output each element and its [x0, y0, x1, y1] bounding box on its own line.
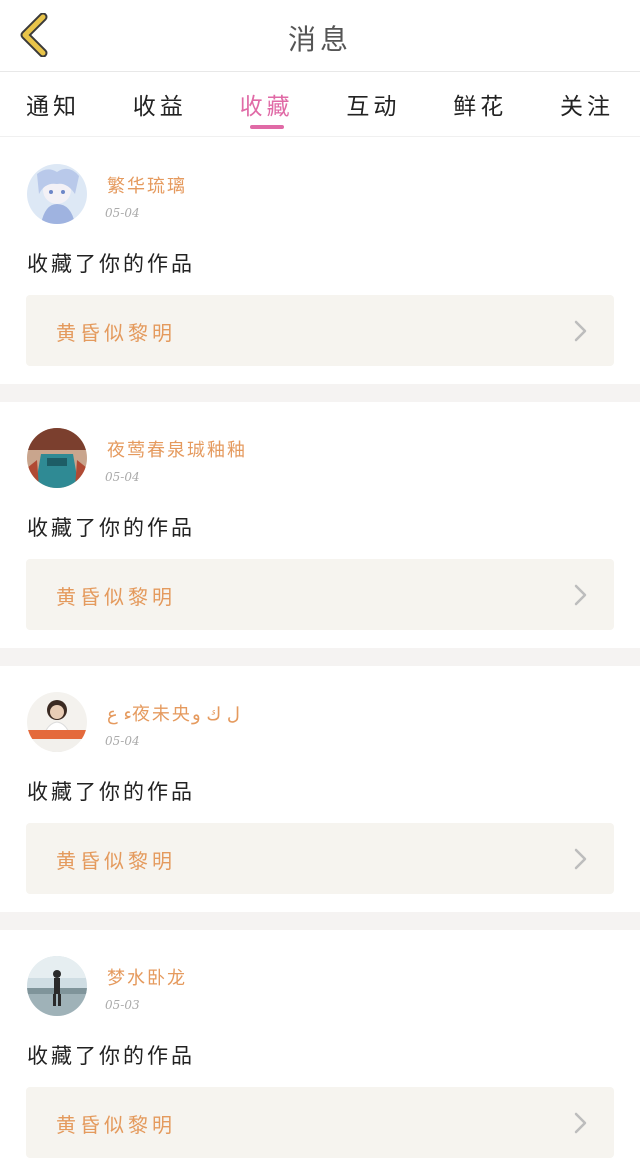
message-text: 收藏了你的作品	[27, 1044, 195, 1068]
message-text: 收藏了你的作品	[27, 780, 195, 804]
user-name[interactable]: 梦水卧龙	[107, 964, 187, 990]
tab-earnings[interactable]: 收益	[133, 73, 187, 136]
tab-label: 通知	[26, 94, 80, 120]
work-title: 黄昏似黎明	[56, 849, 176, 873]
work-link[interactable]: 黄昏似黎明	[26, 295, 614, 366]
tab-favorites[interactable]: 收藏	[240, 73, 294, 136]
divider	[0, 384, 640, 402]
chevron-right-icon	[574, 1112, 587, 1134]
work-title: 黄昏似黎明	[56, 585, 176, 609]
avatar[interactable]	[27, 164, 87, 224]
message-text: 收藏了你的作品	[27, 516, 195, 540]
tab-notifications[interactable]: 通知	[26, 73, 80, 136]
tab-interactions[interactable]: 互动	[346, 73, 400, 136]
tab-label: 互动	[346, 94, 401, 120]
user-name[interactable]: 繁华琉璃	[107, 172, 187, 198]
work-title: 黄昏似黎明	[56, 321, 176, 345]
tab-label: 收藏	[239, 94, 294, 120]
timestamp: 05-03	[105, 998, 140, 1012]
timestamp: 05-04	[105, 206, 140, 220]
avatar[interactable]	[27, 692, 87, 752]
timestamp: 05-04	[105, 470, 140, 484]
list-item: ﺀ ﻉ夜未央ﻝ ﻙ ﻭ 05-04 收藏了你的作品 黄昏似黎明	[0, 666, 640, 912]
tab-following[interactable]: 关注	[560, 73, 614, 136]
avatar[interactable]	[27, 428, 87, 488]
list-item: 梦水卧龙 05-03 收藏了你的作品 黄昏似黎明	[0, 930, 640, 1159]
tab-label: 关注	[559, 94, 614, 120]
user-name[interactable]: 夜莺春泉珹釉釉	[107, 436, 247, 462]
timestamp: 05-04	[105, 734, 140, 748]
list-item: 夜莺春泉珹釉釉 05-04 收藏了你的作品 黄昏似黎明	[0, 402, 640, 648]
user-name[interactable]: ﺀ ﻉ夜未央ﻝ ﻙ ﻭ	[107, 700, 240, 726]
work-link[interactable]: 黄昏似黎明	[26, 823, 614, 894]
chevron-right-icon	[574, 848, 587, 870]
divider	[0, 912, 640, 930]
top-bar: 消息	[0, 0, 640, 72]
list-item: 繁华琉璃 05-04 收藏了你的作品 黄昏似黎明	[0, 138, 640, 384]
tab-bar: 通知 收益 收藏 互动 鲜花 关注	[0, 73, 640, 137]
message-text: 收藏了你的作品	[27, 252, 195, 276]
tab-label: 收益	[132, 94, 187, 120]
tab-flowers[interactable]: 鲜花	[453, 73, 507, 136]
message-list: 繁华琉璃 05-04 收藏了你的作品 黄昏似黎明 夜莺春泉珹釉釉 05-04 收…	[0, 138, 640, 1159]
work-title: 黄昏似黎明	[56, 1113, 176, 1137]
chevron-right-icon	[574, 584, 587, 606]
tab-label: 鲜花	[453, 94, 508, 120]
work-link[interactable]: 黄昏似黎明	[26, 1087, 614, 1158]
page-title: 消息	[287, 23, 352, 56]
active-tab-indicator	[249, 125, 284, 129]
work-link[interactable]: 黄昏似黎明	[26, 559, 614, 630]
chevron-right-icon	[574, 320, 587, 342]
divider	[0, 648, 640, 666]
avatar[interactable]	[27, 956, 87, 1016]
